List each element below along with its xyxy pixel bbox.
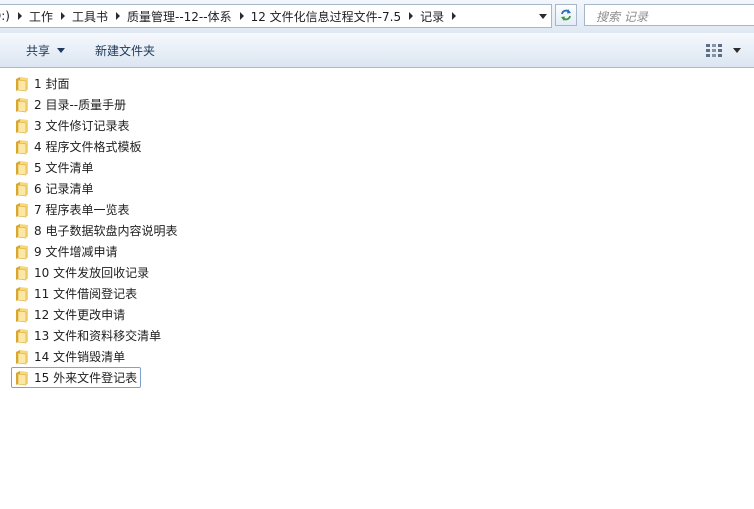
folder-item[interactable]: 4 程序文件格式模板 [11, 136, 145, 157]
folder-item[interactable]: 2 目录--质量手册 [11, 94, 130, 115]
folder-icon [16, 160, 28, 175]
folder-label: 3 文件修订记录表 [34, 119, 130, 133]
chevron-down-icon [57, 47, 66, 53]
folder-icon [16, 76, 28, 91]
crumb-quality-system[interactable]: 质量管理--12--体系 [122, 8, 238, 25]
folder-icon [16, 328, 28, 343]
folder-item[interactable]: 1 封面 [11, 73, 73, 94]
share-button[interactable]: 共享 [26, 33, 66, 67]
folder-icon [16, 139, 28, 154]
crumb-separator-icon[interactable] [452, 12, 457, 20]
folder-item[interactable]: 12 文件更改申请 [11, 304, 129, 325]
crumb-reference-books[interactable]: 工具书 [67, 8, 114, 25]
folder-icon [16, 307, 28, 322]
folder-label: 6 记录清单 [34, 182, 94, 196]
folder-icon [16, 244, 28, 259]
folder-label: 2 目录--质量手册 [34, 98, 127, 112]
folder-icon [16, 286, 28, 301]
folder-item[interactable]: 14 文件销毁清单 [11, 346, 129, 367]
folder-icon [16, 265, 28, 280]
address-history-dropdown[interactable] [534, 5, 551, 27]
folder-icon [16, 181, 28, 196]
crumb-process-files[interactable]: 12 文件化信息过程文件-7.5 [246, 8, 408, 25]
folder-label: 4 程序文件格式模板 [34, 140, 142, 154]
folder-item[interactable]: 9 文件增减申请 [11, 241, 121, 262]
folder-item[interactable]: 6 记录清单 [11, 178, 97, 199]
crumb-separator-icon[interactable] [17, 12, 22, 20]
folder-icon [16, 97, 28, 112]
view-options-dropdown[interactable] [733, 48, 741, 53]
folder-item[interactable]: 15 外来文件登记表 [11, 367, 142, 388]
share-label: 共享 [26, 43, 51, 58]
folder-item[interactable]: 13 文件和资料移交清单 [11, 325, 165, 346]
folder-item[interactable]: 7 程序表单一览表 [11, 199, 133, 220]
crumb-separator-icon[interactable] [239, 12, 244, 20]
folder-label: 13 文件和资料移交清单 [34, 329, 162, 343]
crumb-work[interactable]: 工作 [24, 8, 59, 25]
folder-label: 9 文件增减申请 [34, 245, 118, 259]
folder-icon [16, 223, 28, 238]
folder-item[interactable]: 11 文件借阅登记表 [11, 283, 141, 304]
folder-label: 1 封面 [34, 77, 70, 91]
folder-item[interactable]: 8 电子数据软盘内容说明表 [11, 220, 181, 241]
folder-label: 11 文件借阅登记表 [34, 287, 138, 301]
crumb-separator-icon[interactable] [116, 12, 120, 20]
folder-icon [16, 370, 28, 385]
folder-icon [16, 202, 28, 217]
crumb-records[interactable]: 记录 [415, 8, 450, 25]
folder-item[interactable]: 10 文件发放回收记录 [11, 262, 153, 283]
folder-label: 14 文件销毁清单 [34, 350, 126, 364]
search-input[interactable]: 搜索 记录 [584, 4, 754, 26]
chevron-down-icon [538, 13, 547, 19]
folder-label: 12 文件更改申请 [34, 308, 126, 322]
chevron-down-icon [733, 48, 741, 53]
refresh-button[interactable] [555, 4, 577, 26]
address-bar-row: D:) 工作 工具书 质量管理--12--体系 12 文件化信息过程文件-7.5… [0, 0, 754, 33]
command-toolbar: 共享 新建文件夹 [0, 33, 754, 68]
folder-label: 10 文件发放回收记录 [34, 266, 150, 280]
crumb-separator-icon[interactable] [60, 12, 65, 20]
new-folder-label: 新建文件夹 [95, 43, 156, 58]
folder-label: 7 程序表单一览表 [34, 203, 130, 217]
folder-label: 15 外来文件登记表 [34, 371, 138, 385]
new-folder-button[interactable]: 新建文件夹 [95, 33, 155, 67]
folder-label: 8 电子数据软盘内容说明表 [34, 224, 178, 238]
folder-item[interactable]: 5 文件清单 [11, 157, 97, 178]
folder-icon [16, 349, 28, 364]
crumb-drive[interactable]: D:) [0, 9, 16, 23]
crumb-separator-icon[interactable] [409, 12, 414, 20]
refresh-icon [561, 9, 571, 21]
folder-label: 5 文件清单 [34, 161, 94, 175]
folder-icon [16, 118, 28, 133]
folder-list: 1 封面 2 目录--质量手册 3 文件修订记录表 4 程序文件格式模板 5 文件清单 6… [11, 73, 181, 388]
address-bar[interactable]: D:) 工作 工具书 质量管理--12--体系 12 文件化信息过程文件-7.5… [0, 4, 552, 28]
change-view-icon[interactable] [705, 41, 725, 59]
folder-item[interactable]: 3 文件修订记录表 [11, 115, 133, 136]
search-placeholder: 搜索 记录 [596, 10, 648, 24]
